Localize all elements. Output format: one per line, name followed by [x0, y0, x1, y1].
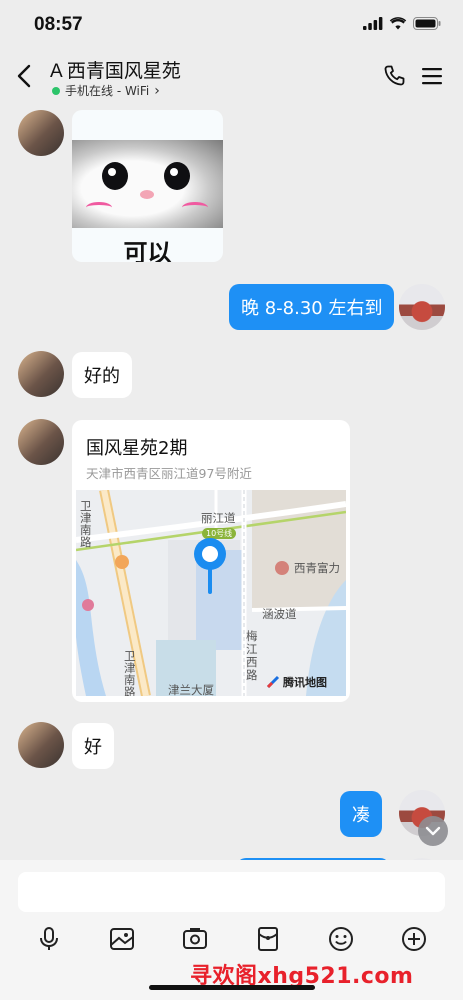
chat-header: A 西青国风星苑 手机在线 - WiFi ›: [0, 52, 463, 102]
sticker-eye: [102, 162, 128, 190]
menu-icon[interactable]: [421, 66, 443, 86]
location-address: 天津市西青区丽江道97号附近: [86, 466, 252, 481]
sticker-caption: 可以: [123, 239, 172, 262]
map-label: 梅江西路: [246, 629, 258, 682]
back-arrow-icon[interactable]: [14, 62, 36, 90]
sticker-message[interactable]: 可以: [72, 110, 223, 262]
plus-icon[interactable]: [401, 926, 427, 952]
status-time: 08:57: [34, 14, 83, 35]
sticker-nose: [140, 190, 154, 199]
sticker-eye: [164, 162, 190, 190]
red-packet-icon[interactable]: [255, 926, 281, 952]
message-input[interactable]: [18, 872, 445, 912]
contact-avatar[interactable]: [18, 722, 64, 768]
emoji-icon[interactable]: [328, 926, 354, 952]
battery-icon: [413, 17, 441, 30]
camera-icon[interactable]: [182, 926, 208, 952]
message-list[interactable]: 可以 晚 8-8.30 左右到 好的 国风星苑2期 天津市西青区丽江道97号附近: [0, 102, 463, 860]
chevron-right-icon: ›: [154, 82, 160, 99]
tencent-map-icon: [266, 675, 280, 689]
contact-avatar[interactable]: [18, 110, 64, 156]
sticker-blush: [182, 202, 208, 213]
image-icon[interactable]: [109, 926, 135, 952]
map-brand-text: 腾讯地图: [283, 676, 327, 689]
outgoing-message[interactable]: 凑: [340, 791, 382, 837]
location-name: 国风星苑2期: [86, 438, 188, 459]
map-label: 西青富力: [294, 561, 340, 575]
map-label: 涵波道: [262, 607, 297, 621]
presence-text: 手机在线 - WiFi: [65, 84, 150, 98]
map-label: 丽江道: [201, 511, 236, 525]
presence-status[interactable]: 手机在线 - WiFi ›: [52, 82, 160, 99]
signal-icon: [363, 17, 383, 30]
location-map[interactable]: 丽江道 10号线 西青富力 涵波道 梅江西路 卫津南路 卫津南路 津兰大厦 腾讯…: [76, 490, 346, 696]
phone-icon[interactable]: [383, 64, 407, 88]
my-avatar[interactable]: [399, 284, 445, 330]
status-bar: 08:57: [0, 0, 463, 52]
map-brand: 腾讯地图: [266, 674, 327, 690]
location-pin-icon: [194, 538, 226, 594]
chat-title: A 西青国风星苑: [50, 61, 181, 82]
contact-avatar[interactable]: [18, 351, 64, 397]
outgoing-message[interactable]: 晚 8-8.30 左右到: [229, 284, 395, 330]
scroll-to-bottom-button[interactable]: [418, 816, 448, 846]
chevron-down-icon: [425, 826, 441, 836]
wifi-icon: [389, 17, 407, 30]
cat-sticker-image: [72, 140, 223, 228]
status-icons: [363, 17, 441, 30]
map-label: 津兰大厦: [168, 683, 214, 696]
incoming-message[interactable]: 好: [72, 723, 114, 769]
microphone-icon[interactable]: [36, 926, 62, 952]
map-label: 卫津南路: [80, 499, 92, 549]
map-label: 卫津南路: [124, 649, 136, 696]
contact-avatar[interactable]: [18, 419, 64, 465]
incoming-message[interactable]: 好的: [72, 352, 132, 398]
sticker-blush: [86, 202, 112, 213]
online-dot-icon: [52, 86, 60, 95]
location-card[interactable]: 国风星苑2期 天津市西青区丽江道97号附近 丽江道 10号线 西青富力 涵波道 …: [72, 420, 350, 702]
home-indicator: [149, 985, 315, 990]
